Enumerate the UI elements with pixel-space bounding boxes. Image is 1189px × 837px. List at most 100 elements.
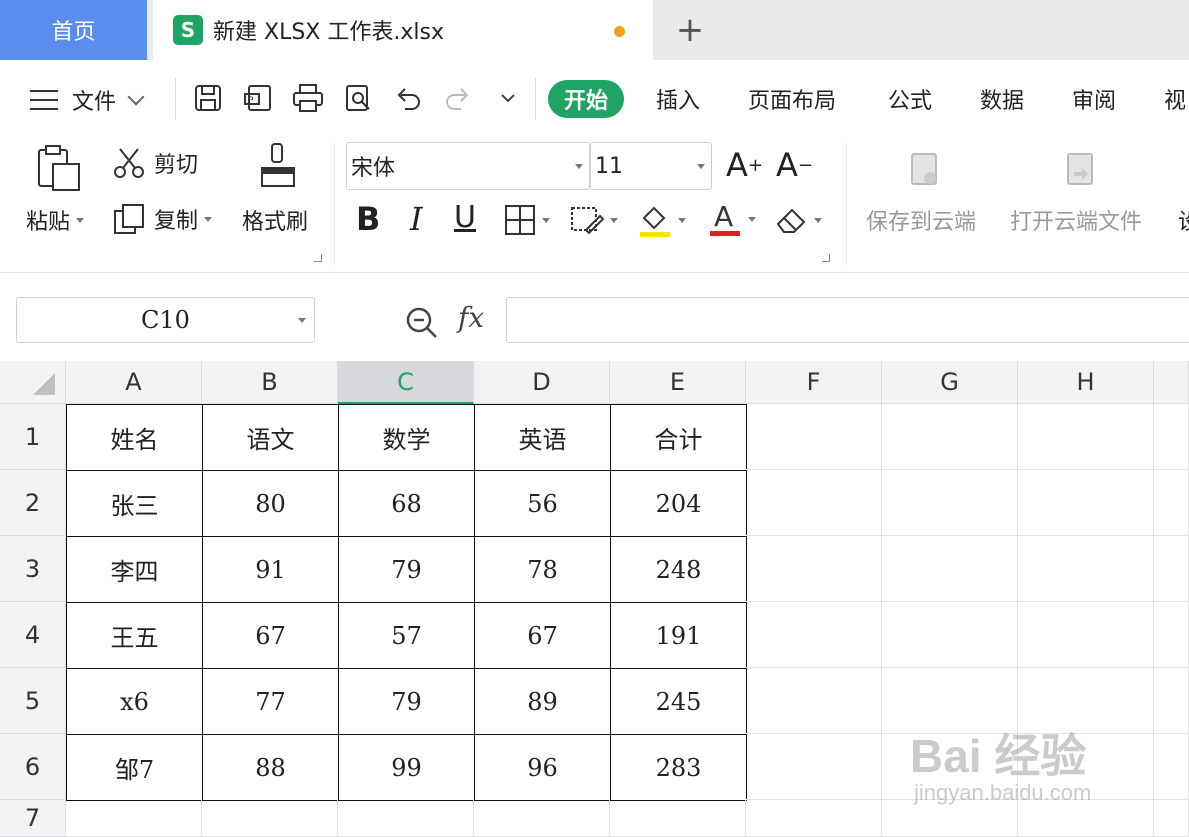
tab-review[interactable]: 审阅 (1072, 80, 1116, 118)
cell[interactable] (1154, 602, 1189, 668)
row-header-1[interactable]: 1 (0, 404, 66, 470)
cell[interactable]: 96 (474, 734, 611, 801)
export-pdf-button[interactable]: P (240, 80, 276, 116)
print-button[interactable] (290, 80, 326, 116)
cell[interactable]: 56 (474, 470, 611, 537)
column-header-c[interactable]: C (338, 361, 474, 404)
cell[interactable]: 88 (202, 734, 339, 801)
save-to-cloud-button[interactable]: 保存到云端 (866, 204, 976, 236)
cell[interactable]: 248 (610, 536, 747, 603)
file-menu-button[interactable]: 文件 (30, 84, 145, 116)
cell[interactable]: 79 (338, 668, 475, 735)
font-name-select[interactable]: 宋体 (346, 142, 590, 190)
new-tab-button[interactable]: + (672, 10, 708, 50)
cell[interactable] (610, 800, 746, 837)
fill-color-button[interactable] (638, 202, 686, 238)
row-header-4[interactable]: 4 (0, 602, 66, 668)
cell[interactable] (882, 470, 1018, 536)
cell[interactable] (882, 602, 1018, 668)
cell[interactable]: 67 (202, 602, 339, 669)
cell[interactable] (746, 734, 882, 800)
cut-button[interactable]: 剪切 (112, 146, 198, 180)
cell[interactable]: 数学 (338, 404, 475, 471)
column-header-d[interactable]: D (474, 361, 610, 404)
cell[interactable] (746, 404, 882, 470)
cell[interactable]: 李四 (66, 536, 203, 603)
undo-button[interactable] (390, 80, 426, 116)
font-group-launcher[interactable] (822, 254, 830, 262)
cell[interactable]: 合计 (610, 404, 747, 471)
cell[interactable] (746, 800, 882, 837)
row-header-2[interactable]: 2 (0, 470, 66, 536)
cell[interactable]: 283 (610, 734, 747, 801)
column-header-f[interactable]: F (746, 361, 882, 404)
print-preview-button[interactable] (340, 80, 376, 116)
font-color-button[interactable]: A (708, 200, 756, 238)
cell[interactable] (1154, 404, 1189, 470)
paste-button[interactable]: 粘贴 (26, 204, 85, 236)
cell-style-button[interactable] (570, 204, 618, 236)
redo-button[interactable] (440, 80, 476, 116)
tab-data[interactable]: 数据 (980, 80, 1024, 118)
cell[interactable] (1154, 470, 1189, 536)
italic-button[interactable]: I (410, 200, 423, 238)
clipboard-group-launcher[interactable] (314, 254, 322, 262)
cell[interactable]: 91 (202, 536, 339, 603)
underline-button[interactable]: U (454, 200, 476, 235)
row-header-6[interactable]: 6 (0, 734, 66, 800)
cell[interactable]: 79 (338, 536, 475, 603)
cell[interactable] (882, 536, 1018, 602)
cell[interactable]: 57 (338, 602, 475, 669)
open-cloud-file-button[interactable]: 打开云端文件 (1010, 204, 1142, 236)
paste-icon[interactable] (36, 144, 82, 192)
format-painter-icon[interactable] (258, 142, 298, 192)
cell[interactable]: 89 (474, 668, 611, 735)
cell[interactable]: 245 (610, 668, 747, 735)
clear-button[interactable] (774, 204, 822, 236)
cell[interactable]: 67 (474, 602, 611, 669)
cell[interactable]: 姓名 (66, 404, 203, 471)
tab-document[interactable]: S 新建 XLSX 工作表.xlsx (153, 0, 653, 60)
cell[interactable]: 191 (610, 602, 747, 669)
formula-input[interactable] (506, 297, 1189, 343)
tab-home-ribbon[interactable]: 开始 (548, 80, 625, 118)
cell[interactable]: 99 (338, 734, 475, 801)
quick-access-more-button[interactable] (490, 80, 526, 116)
cell[interactable] (1154, 536, 1189, 602)
fx-icon[interactable]: fx (458, 301, 484, 334)
cell[interactable] (474, 800, 610, 837)
cell[interactable] (746, 602, 882, 668)
cell[interactable]: 邹7 (66, 734, 203, 801)
cell[interactable] (1018, 470, 1154, 536)
more-cloud-button[interactable]: 设 (1178, 204, 1189, 236)
copy-button[interactable]: 复制 (112, 202, 213, 236)
cell[interactable]: 张三 (66, 470, 203, 537)
column-header-e[interactable]: E (610, 361, 746, 404)
row-header-5[interactable]: 5 (0, 668, 66, 734)
tab-insert[interactable]: 插入 (656, 80, 700, 118)
select-all-button[interactable] (0, 361, 66, 404)
bold-button[interactable]: B (356, 200, 380, 238)
cell[interactable] (202, 800, 338, 837)
row-header-7[interactable]: 7 (0, 800, 66, 837)
zoom-icon[interactable] (404, 305, 440, 345)
cell[interactable] (746, 668, 882, 734)
tab-home[interactable]: 首页 (0, 0, 147, 60)
cell[interactable] (882, 404, 1018, 470)
column-header-b[interactable]: B (202, 361, 338, 404)
cell[interactable]: 英语 (474, 404, 611, 471)
cell[interactable]: x6 (66, 668, 203, 735)
cell[interactable]: 77 (202, 668, 339, 735)
cell[interactable] (746, 470, 882, 536)
cell[interactable] (746, 536, 882, 602)
column-header-g[interactable]: G (882, 361, 1018, 404)
cell[interactable]: 78 (474, 536, 611, 603)
borders-button[interactable] (504, 204, 550, 236)
cell[interactable] (1018, 536, 1154, 602)
cell[interactable]: 语文 (202, 404, 339, 471)
decrease-font-button[interactable]: A − (776, 146, 813, 184)
format-painter-button[interactable]: 格式刷 (242, 204, 308, 236)
cell[interactable] (1018, 404, 1154, 470)
cell[interactable]: 204 (610, 470, 747, 537)
cell[interactable] (1018, 602, 1154, 668)
